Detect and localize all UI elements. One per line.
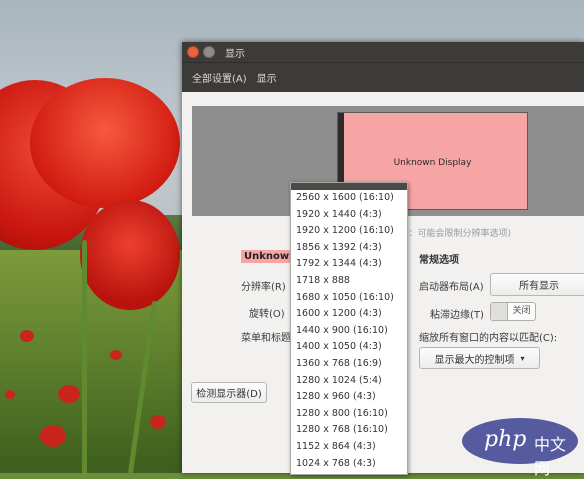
resolution-option[interactable]: 1920 x 1440 (4:3) [291, 207, 407, 224]
resolution-hint: (屏：可能会限制分辨率选项) [396, 229, 512, 239]
poppy-dot [58, 385, 80, 403]
sticky-edges-label: 粘滞边缘(T) [430, 310, 484, 321]
window-toolbar: 全部设置(A) 显示 [182, 62, 584, 92]
watermark-suffix: 中文网 [534, 435, 567, 478]
minimize-window-button[interactable] [203, 46, 215, 58]
poppy-dot [150, 415, 166, 429]
resolution-option[interactable]: 1440 x 900 (16:10) [291, 323, 407, 340]
launcher-placement-value: 所有显示 [519, 281, 559, 292]
close-window-button[interactable] [187, 46, 199, 58]
poppy-dot [110, 350, 122, 360]
poppy-dot [40, 425, 66, 447]
poppy-flower-center [30, 78, 180, 208]
resolution-option[interactable]: 1024 x 768 (4:3) [291, 456, 407, 473]
switch-state: 关闭 [512, 306, 531, 316]
resolution-option[interactable]: 1680 x 1050 (16:10) [291, 290, 407, 307]
scroll-up-arrow-icon[interactable] [291, 183, 407, 190]
window-title: 显示 [225, 48, 245, 60]
window-titlebar[interactable]: 显示 [182, 42, 584, 62]
breadcrumb-current: 显示 [256, 74, 277, 85]
php-watermark-logo: php 中文网 [462, 418, 578, 478]
resolution-dropdown-menu[interactable]: 2560 x 1600 (16:10) 1920 x 1440 (4:3) 19… [290, 182, 408, 475]
poppy-stem [82, 240, 87, 473]
scale-contents-label: 缩放所有窗口的内容以匹配(C): [419, 333, 558, 344]
poppy-flower-lower [80, 200, 180, 310]
resolution-option[interactable]: 1280 x 1024 (5:4) [291, 373, 407, 390]
all-settings-button[interactable]: 全部设置(A) [192, 70, 247, 85]
launcher-placement-combo[interactable]: 所有显示 [490, 273, 584, 296]
scale-contents-value: 显示最大的控制项 [434, 354, 515, 366]
resolution-option[interactable]: 1280 x 800 (16:10) [291, 406, 407, 423]
resolution-option[interactable]: 1152 x 864 (4:3) [291, 439, 407, 456]
resolution-option[interactable]: 1718 x 888 [291, 273, 407, 290]
resolution-option[interactable]: 2560 x 1600 (16:10) [291, 190, 407, 207]
poppy-dot [20, 330, 34, 342]
general-options-title: 常规选项 [419, 255, 459, 266]
resolution-option[interactable]: 1360 x 768 (16:9) [291, 356, 407, 373]
sticky-edges-switch[interactable]: 关闭 [490, 302, 536, 321]
detect-displays-label: 检测显示器(D) [196, 389, 262, 400]
resolution-option[interactable]: 1600 x 1200 (4:3) [291, 306, 407, 323]
resolution-option[interactable]: 1400 x 1050 (4:3) [291, 339, 407, 356]
chevron-down-icon: ▾ [520, 353, 525, 363]
resolution-option[interactable]: 1280 x 768 (16:10) [291, 422, 407, 439]
monitor-label: Unknown Display [393, 158, 472, 168]
resolution-option[interactable]: 1920 x 1200 (16:10) [291, 223, 407, 240]
rotation-label: 旋转(O) [249, 309, 285, 320]
resolution-label: 分辨率(R) [241, 282, 286, 293]
resolution-option[interactable]: 1280 x 960 (4:3) [291, 389, 407, 406]
poppy-dot [5, 390, 15, 399]
launcher-placement-label: 启动器布局(A) [419, 282, 484, 293]
resolution-option[interactable]: 1792 x 1344 (4:3) [291, 256, 407, 273]
scale-contents-combo[interactable]: 显示最大的控制项 ▾ [419, 347, 540, 369]
detect-displays-button[interactable]: 检测显示器(D) [191, 382, 267, 403]
watermark-text: php [484, 427, 527, 452]
resolution-option[interactable]: 1856 x 1392 (4:3) [291, 240, 407, 257]
switch-knob [491, 303, 508, 320]
menu-title-label: 菜单和标题 [241, 333, 291, 344]
